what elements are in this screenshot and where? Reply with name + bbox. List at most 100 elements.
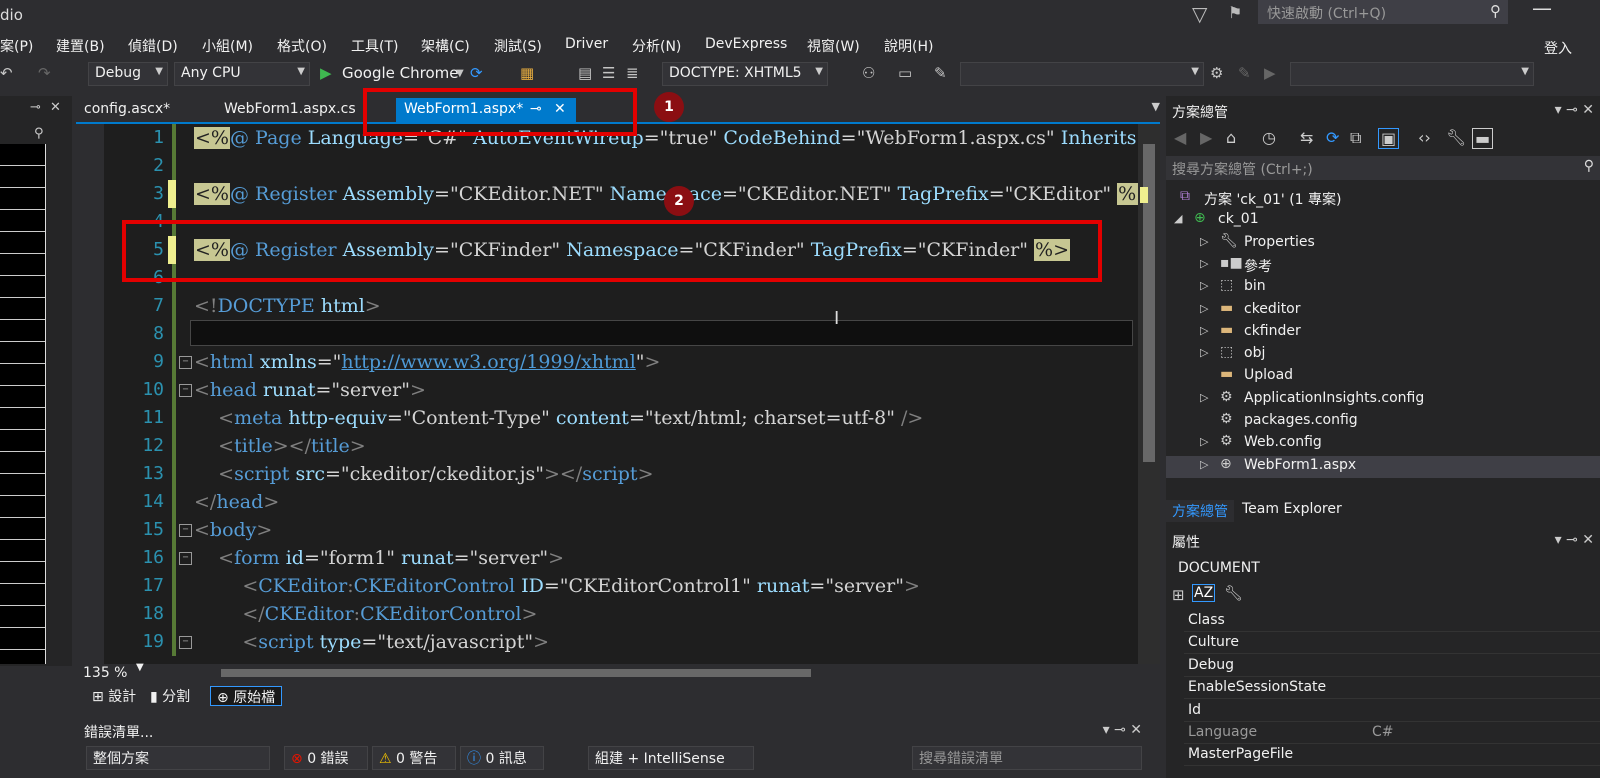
menu-help[interactable]: 說明(H) <box>884 36 933 56</box>
menu-debug[interactable]: 偵錯(D) <box>128 36 178 56</box>
tree-item[interactable]: ▷ ⚙ ApplicationInsights.config <box>1166 389 1600 411</box>
refresh-icon[interactable]: ⟳ <box>1326 128 1339 147</box>
menu-team[interactable]: 小組(M) <box>202 36 253 56</box>
code-icon[interactable]: ‹› <box>1418 128 1431 147</box>
property-row[interactable]: EnableSessionState <box>1184 677 1600 700</box>
expand-icon[interactable]: ▷ <box>1200 257 1208 270</box>
tool-icon[interactable]: ✎ <box>934 64 947 82</box>
warnings-filter-button[interactable]: ⚠ 0 警告 <box>372 746 456 770</box>
menu-driver[interactable]: Driver <box>565 36 608 52</box>
property-row[interactable]: Language C# <box>1184 722 1600 744</box>
document-icon[interactable]: ▤ <box>578 64 592 82</box>
expand-icon[interactable]: ▷ <box>1200 391 1208 404</box>
search-dropdown[interactable]: ▼ <box>1290 62 1534 86</box>
pin-icon[interactable]: ⊸ <box>30 100 41 115</box>
property-row[interactable]: Culture <box>1184 632 1600 655</box>
fold-toggle-icon[interactable]: − <box>179 356 192 369</box>
menu-architecture[interactable]: 架構(C) <box>421 36 470 56</box>
messages-filter-button[interactable]: ⓘ 0 訊息 <box>460 746 544 770</box>
feedback-icon[interactable]: ⚑ <box>1228 3 1242 22</box>
tree-item[interactable]: ▷ ⚙ Web.config <box>1166 433 1600 455</box>
home-icon[interactable]: ⌂ <box>1226 128 1236 147</box>
platform-dropdown[interactable]: Any CPU ▼ <box>174 62 310 86</box>
tree-item[interactable]: ▬ Upload <box>1166 366 1600 388</box>
expand-icon[interactable]: ▷ <box>1200 346 1208 359</box>
chevron-down-icon[interactable]: ▼ <box>456 68 464 79</box>
config-dropdown[interactable]: Debug ▼ <box>88 62 168 86</box>
minimize-button[interactable]: — <box>1532 0 1552 20</box>
scope-dropdown[interactable]: 整個方案 <box>86 746 270 770</box>
run-icon[interactable]: ▶ <box>320 64 332 82</box>
property-row[interactable]: MasterPageFile <box>1184 744 1600 767</box>
play-icon[interactable]: ▶ <box>1264 64 1276 82</box>
horizontal-scrollbar-thumb[interactable] <box>221 669 811 677</box>
tab-team-explorer[interactable]: Team Explorer <box>1236 500 1348 522</box>
back-icon[interactable]: ◀ <box>1174 128 1186 147</box>
format-icon[interactable]: ≣ <box>626 64 639 82</box>
panel-controls[interactable]: ▾ ⊸ ✕ <box>1103 722 1142 738</box>
expand-icon[interactable]: ◢ <box>1174 212 1182 225</box>
forward-icon[interactable]: ▶ <box>1200 128 1212 147</box>
property-value[interactable]: C# <box>1372 724 1394 740</box>
run-browser-button[interactable]: Google Chrome <box>342 64 459 82</box>
attach-icon[interactable]: ⚙ <box>1210 64 1223 82</box>
history-icon[interactable]: ◷ <box>1262 128 1276 147</box>
property-row[interactable]: Debug <box>1184 655 1600 677</box>
validate-icon[interactable]: ⚇ <box>862 64 875 82</box>
errors-filter-button[interactable]: ⊗ 0 錯誤 <box>284 746 368 770</box>
menu-project[interactable]: 案(P) <box>0 36 33 56</box>
comment-icon[interactable]: ▭ <box>898 64 912 82</box>
search-icon[interactable]: ⚲ <box>34 126 44 141</box>
tree-item[interactable]: ▷ ▬ ckfinder <box>1166 322 1600 344</box>
tree-item[interactable]: ▷ ⊕ WebForm1.aspx <box>1166 455 1600 478</box>
tree-item[interactable]: ▷ ▪■ 參考 <box>1166 255 1600 277</box>
close-icon[interactable]: ✕ <box>50 100 61 115</box>
code-editor[interactable]: 1 <%@ Page Language="C#" AutoEventWireup=… <box>76 122 1160 668</box>
chevron-down-icon[interactable]: ▼ <box>136 662 144 673</box>
chevron-down-icon[interactable]: ▼ <box>1152 100 1160 113</box>
menu-format[interactable]: 格式(O) <box>277 36 327 56</box>
redo-icon[interactable]: ↷ <box>38 64 51 82</box>
filter-icon[interactable]: ▽ <box>1192 2 1207 26</box>
zoom-level[interactable]: 135 % <box>83 665 127 681</box>
edit-icon[interactable]: ✎ <box>1238 64 1251 82</box>
sign-in-link[interactable]: 登入 <box>1544 38 1572 58</box>
expand-icon[interactable]: ▷ <box>1200 279 1208 292</box>
menu-tools[interactable]: 工具(T) <box>351 36 398 56</box>
tab-split[interactable]: ▮ 分割 <box>144 686 196 706</box>
fold-toggle-icon[interactable]: − <box>179 384 192 397</box>
tab-solution-explorer[interactable]: 方案總管 <box>1166 500 1234 522</box>
panel-controls[interactable]: ▾ ⊸ ✕ <box>1555 102 1594 118</box>
tab-webform1-aspx-cs[interactable]: WebForm1.aspx.cs <box>216 98 364 122</box>
quick-launch-input[interactable]: 快速啟動 (Ctrl+Q) ⚲ <box>1258 0 1508 24</box>
tree-item[interactable]: ▷ ⬚ bin <box>1166 277 1600 299</box>
tree-solution[interactable]: ⧉ 方案 'ck_01' (1 專案) <box>1166 188 1600 210</box>
tree-item[interactable]: ▷ 🔧︎ Properties <box>1166 233 1600 255</box>
panel-controls[interactable]: ▾ ⊸ ✕ <box>1555 532 1594 548</box>
menu-build[interactable]: 建置(B) <box>56 36 105 56</box>
property-row[interactable]: Class <box>1184 610 1600 632</box>
show-all-files-icon[interactable]: ▣ <box>1378 128 1400 149</box>
sync-icon[interactable]: ⇆ <box>1300 128 1313 147</box>
fold-toggle-icon[interactable]: − <box>179 552 192 565</box>
preview-icon[interactable]: ▬ <box>1472 128 1494 149</box>
menu-analyze[interactable]: 分析(N) <box>632 36 681 56</box>
menu-window[interactable]: 視窗(W) <box>807 36 860 56</box>
expand-icon[interactable]: ▷ <box>1200 324 1208 337</box>
fold-toggle-icon[interactable]: − <box>179 524 192 537</box>
expand-icon[interactable]: ▷ <box>1200 458 1208 471</box>
undo-icon[interactable]: ↶ <box>0 64 13 82</box>
expand-icon[interactable]: ▷ <box>1200 235 1208 248</box>
refresh-icon[interactable]: ⟳ <box>470 64 483 82</box>
tab-config-ascx[interactable]: config.ascx* <box>76 98 178 122</box>
build-filter-dropdown[interactable]: 組建 + IntelliSense <box>588 746 754 770</box>
find-icon[interactable]: ▦ <box>520 64 534 82</box>
tree-item[interactable]: ▷ ▬ ckeditor <box>1166 300 1600 322</box>
menu-devexpress[interactable]: DevExpress <box>705 36 787 52</box>
solution-search-input[interactable]: 搜尋方案總管 (Ctrl+;) ⚲ <box>1166 156 1600 180</box>
collapse-icon[interactable]: ⧉ <box>1350 128 1361 148</box>
expand-icon[interactable]: ▷ <box>1200 435 1208 448</box>
fold-toggle-icon[interactable]: − <box>179 636 192 649</box>
alphabetical-icon[interactable]: AZ <box>1192 584 1216 602</box>
tab-design[interactable]: ⊞ 設計 <box>86 686 142 706</box>
